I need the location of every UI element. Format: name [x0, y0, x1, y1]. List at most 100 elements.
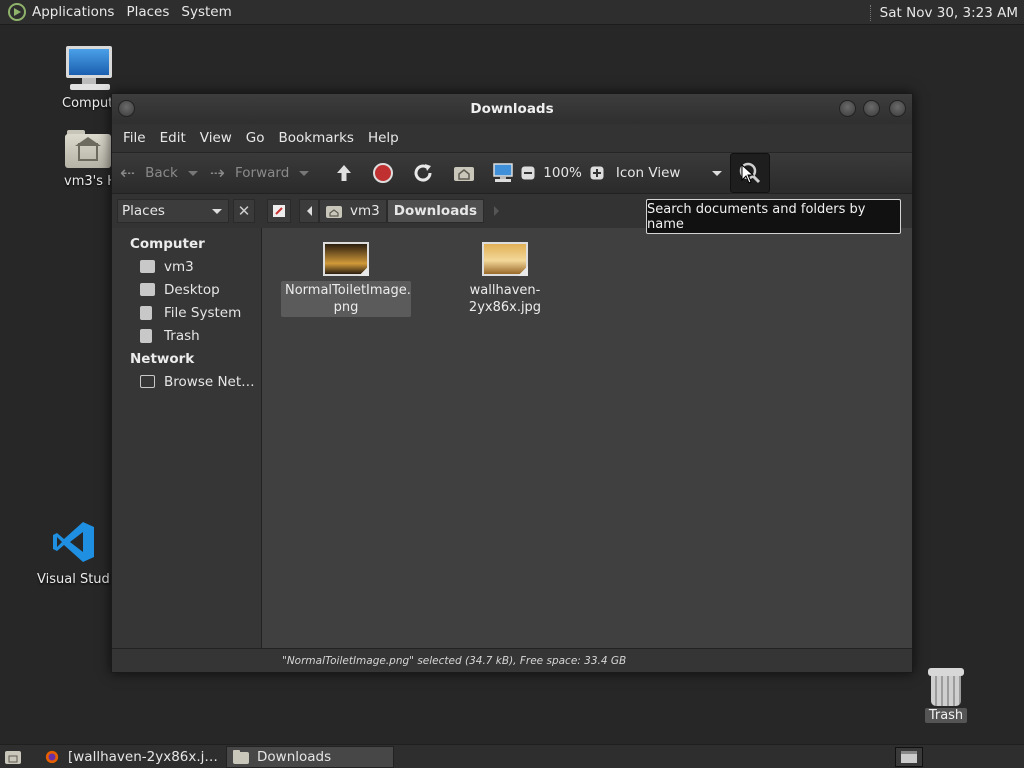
forward-label: Forward — [234, 165, 290, 181]
stop-icon — [373, 163, 394, 183]
search-tooltip: Search documents and folders by name — [646, 199, 901, 234]
applications-menu[interactable]: Applications — [0, 0, 120, 25]
window-menu-button[interactable] — [118, 100, 135, 117]
zoom-level[interactable]: 100% — [543, 157, 582, 189]
window-title: Downloads — [470, 101, 554, 117]
file-item-wallhaven[interactable]: wallhaven-2yx86x.jpg — [440, 242, 570, 317]
panel-separator — [869, 4, 872, 21]
close-sidebar-button[interactable]: ✕ — [233, 199, 255, 223]
trash-icon — [928, 666, 964, 706]
system-menu[interactable]: System — [175, 0, 237, 25]
zoom-out-icon — [521, 166, 535, 180]
file-manager-window: Downloads File Edit View Go Bookmarks He… — [111, 93, 913, 673]
file-name-line: png — [333, 300, 359, 315]
computer-button[interactable] — [485, 157, 521, 189]
file-name: NormalToiletImage. png — [281, 281, 411, 317]
mint-logo-icon — [8, 3, 26, 21]
show-desktop-icon — [5, 750, 21, 764]
crumb-vm3[interactable]: vm3 — [319, 199, 387, 223]
breadcrumb-scroll-left[interactable] — [299, 199, 319, 223]
taskbar-task-label: [wallhaven-2yx86x.j… — [68, 748, 218, 765]
minimize-button[interactable] — [839, 100, 856, 117]
maximize-button[interactable] — [863, 100, 880, 117]
file-name-line: wallhaven-2yx86x.jpg — [468, 283, 542, 315]
menu-edit[interactable]: Edit — [153, 130, 193, 146]
show-desktop-button[interactable] — [0, 746, 26, 768]
crumb-downloads[interactable]: Downloads — [386, 199, 485, 223]
back-history-dropdown[interactable] — [187, 170, 198, 176]
sidebar-item-vm3[interactable]: vm3 — [112, 255, 261, 278]
chevron-down-icon — [212, 208, 222, 214]
menubar: File Edit View Go Bookmarks Help — [112, 124, 912, 152]
toolbar: ⇠ Back ⇢ Forward 100% Icon View — [112, 152, 912, 194]
sidebar-item-trash[interactable]: Trash — [112, 324, 261, 347]
file-name: wallhaven-2yx86x.jpg — [440, 281, 570, 317]
view-mode-dropdown-arrow[interactable] — [711, 170, 722, 176]
menu-file[interactable]: File — [116, 130, 153, 146]
desktop-icon-trash[interactable]: Trash — [924, 666, 968, 723]
top-panel: Applications Places System Sat Nov 30, 3… — [0, 0, 1024, 25]
reload-icon — [414, 164, 432, 182]
window-titlebar[interactable]: Downloads — [112, 94, 912, 124]
firefox-icon — [45, 750, 59, 763]
sidebar-heading-network: Network — [130, 350, 195, 367]
menu-view[interactable]: View — [193, 130, 239, 146]
workspace-switcher[interactable] — [895, 747, 923, 767]
crumb-label: vm3 — [350, 203, 380, 219]
clock-area: Sat Nov 30, 3:23 AM — [869, 0, 1024, 25]
reload-button[interactable] — [403, 157, 443, 189]
drive-icon — [140, 305, 152, 320]
taskbar-task-downloads[interactable]: Downloads — [226, 745, 394, 768]
edit-location-button[interactable] — [267, 199, 291, 223]
sidebar-item-desktop[interactable]: Desktop — [112, 278, 261, 301]
status-bar: "NormalToiletImage.png" selected (34.7 k… — [112, 648, 912, 672]
view-mode-select[interactable]: Icon View — [616, 157, 712, 189]
trash-icon — [140, 328, 152, 343]
forward-button[interactable]: ⇢ Forward — [210, 157, 289, 189]
sidebar-item-browse-network[interactable]: Browse Net… — [112, 370, 261, 393]
chevron-left-icon — [306, 206, 312, 216]
arrow-right-icon: ⇢ — [209, 162, 225, 184]
folder-icon — [233, 749, 249, 764]
zoom-in-icon — [590, 166, 604, 180]
taskbar-task-label: Downloads — [257, 748, 332, 765]
back-button[interactable]: ⇠ Back — [120, 157, 178, 189]
menu-bookmarks[interactable]: Bookmarks — [272, 130, 361, 146]
content-area: Computer vm3 Desktop File System Trash N… — [112, 228, 912, 648]
zoom-in-button[interactable] — [590, 157, 604, 189]
home-folder-icon — [65, 128, 111, 168]
applications-menu-label: Applications — [32, 4, 115, 20]
desktop-icon-label: Trash — [924, 708, 968, 723]
sidebar-pane-label: Places — [122, 203, 165, 219]
forward-history-dropdown[interactable] — [299, 170, 310, 176]
sidebar-pane-select[interactable]: Places — [117, 199, 229, 223]
close-button[interactable] — [889, 100, 906, 117]
sidebar-item-file-system[interactable]: File System — [112, 301, 261, 324]
sidebar-item-label: File System — [164, 304, 242, 321]
home-button[interactable] — [443, 157, 485, 189]
zoom-out-button[interactable] — [521, 157, 535, 189]
stop-button[interactable] — [363, 157, 403, 189]
places-menu[interactable]: Places — [120, 0, 175, 25]
menu-help[interactable]: Help — [361, 130, 406, 146]
chevron-right-icon[interactable] — [494, 206, 500, 216]
taskbar-task-firefox[interactable]: [wallhaven-2yx86x.j… — [38, 746, 226, 768]
home-folder-icon — [454, 167, 475, 181]
bottom-panel: [wallhaven-2yx86x.j… Downloads — [0, 744, 1024, 768]
arrow-left-icon: ⇠ — [120, 162, 136, 184]
file-name-line: NormalToiletImage. — [285, 283, 411, 298]
clock[interactable]: Sat Nov 30, 3:23 AM — [880, 5, 1024, 21]
places-menu-label: Places — [126, 4, 170, 20]
network-icon — [140, 375, 155, 388]
file-item-normaltoiletimage[interactable]: NormalToiletImage. png — [281, 242, 411, 317]
menu-go[interactable]: Go — [239, 130, 272, 146]
file-icon-view[interactable]: NormalToiletImage. png wallhaven-2yx86x.… — [262, 228, 912, 648]
arrow-up-icon — [337, 165, 352, 181]
up-button[interactable] — [325, 157, 363, 189]
sidebar-item-label: vm3 — [164, 258, 194, 275]
computer-icon — [64, 46, 112, 90]
sidebar-heading-computer: Computer — [130, 235, 205, 252]
search-button[interactable] — [729, 153, 770, 193]
sidebar-item-label: Desktop — [164, 281, 220, 298]
crumb-label: Downloads — [393, 203, 478, 219]
